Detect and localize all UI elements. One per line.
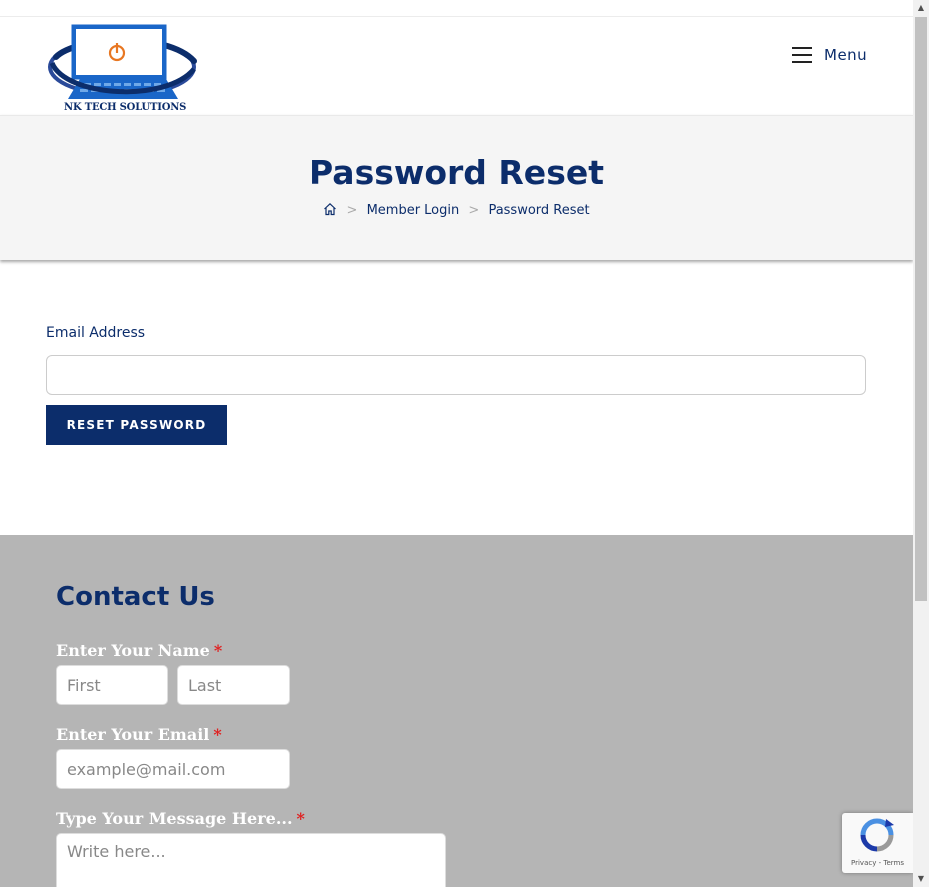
breadcrumb: > Member Login > Password Reset [0, 202, 913, 220]
name-label-text: Enter Your Name [56, 641, 210, 660]
message-label-text: Type Your Message Here... [56, 809, 293, 828]
recaptcha-privacy-link[interactable]: Privacy [851, 859, 876, 867]
home-icon[interactable] [323, 202, 337, 220]
name-label: Enter Your Name * [56, 641, 222, 660]
reset-password-button[interactable]: RESET PASSWORD [46, 405, 227, 445]
message-label: Type Your Message Here... * [56, 809, 305, 828]
top-edge [0, 0, 913, 17]
recaptcha-terms-link[interactable]: Terms [883, 859, 904, 867]
first-name-input[interactable] [56, 665, 168, 705]
site-logo[interactable]: NK TECH SOLUTIONS [46, 17, 198, 115]
contact-email-input[interactable] [56, 749, 290, 789]
email-address-label: Email Address [46, 325, 146, 341]
site-header: NK TECH SOLUTIONS Menu [0, 17, 913, 115]
vertical-scrollbar[interactable]: ▲ ▼ [913, 0, 929, 887]
last-name-input[interactable] [177, 665, 290, 705]
contact-section: Contact Us Enter Your Name* Enter Your E… [0, 535, 913, 887]
email-address-input[interactable] [46, 355, 866, 395]
required-mark: * [296, 809, 305, 828]
breadcrumb-separator: > [346, 203, 358, 218]
menu-button[interactable]: Menu [792, 45, 867, 65]
page-title: Password Reset [309, 153, 604, 192]
breadcrumb-separator: > [468, 203, 480, 218]
scroll-down-arrow-icon[interactable]: ▼ [913, 871, 929, 887]
hamburger-icon [792, 47, 812, 63]
logo-text: NK TECH SOLUTIONS [64, 102, 187, 113]
contact-title: Contact Us [56, 582, 215, 612]
email-label: Enter Your Email * [56, 725, 222, 744]
recaptcha-icon [860, 818, 894, 852]
recaptcha-links: Privacy - Terms [842, 859, 913, 867]
breadcrumb-member-login[interactable]: Member Login [367, 203, 460, 218]
scrollbar-thumb[interactable] [915, 17, 927, 601]
required-mark: * [213, 641, 223, 660]
email-label-text: Enter Your Email [56, 725, 210, 744]
recaptcha-badge[interactable]: Privacy - Terms [842, 813, 913, 873]
message-textarea[interactable] [56, 833, 446, 887]
menu-label: Menu [824, 46, 868, 64]
breadcrumb-current: Password Reset [488, 203, 590, 218]
required-mark: * [213, 725, 222, 744]
logo-computer-icon [48, 24, 197, 99]
scroll-up-arrow-icon[interactable]: ▲ [913, 0, 929, 16]
page-title-band: Password Reset > Member Login > Password… [0, 115, 913, 260]
